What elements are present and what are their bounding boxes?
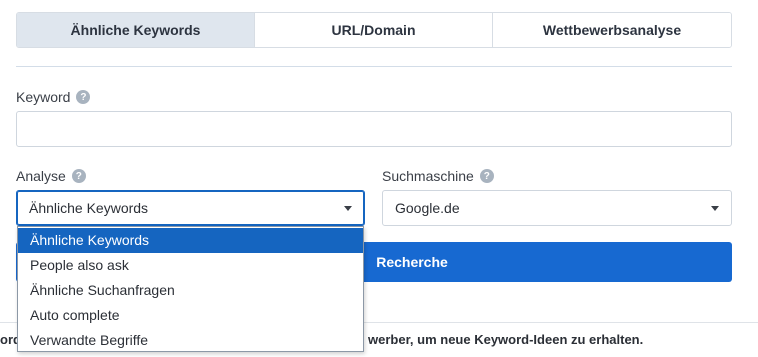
keyword-input[interactable] [17, 112, 731, 146]
dropdown-option-auto-complete[interactable]: Auto complete [18, 303, 363, 328]
dropdown-option-similar-searches[interactable]: Ähnliche Suchanfragen [18, 278, 363, 303]
dropdown-option-related-terms[interactable]: Verwandte Begriffe [18, 328, 363, 353]
research-mode-tabs: Ähnliche Keywords URL/Domain Wettbewerbs… [16, 12, 732, 48]
keyword-label: Keyword [16, 89, 71, 105]
help-icon[interactable]: ? [71, 169, 86, 183]
divider [16, 66, 732, 67]
suchmaschine-select[interactable]: Google.de [382, 190, 732, 226]
suchmaschine-select-value: Google.de [395, 200, 460, 216]
dropdown-option-similar-keywords[interactable]: Ähnliche Keywords [18, 228, 363, 253]
hint-text-end: werber, um neue Keyword-Ideen zu erhalte… [368, 332, 644, 347]
analyse-select[interactable]: Ähnliche Keywords [16, 190, 365, 226]
dropdown-option-people-also-ask[interactable]: People also ask [18, 253, 363, 278]
analyse-label: Analyse [16, 168, 66, 184]
analyse-dropdown-list: Ähnliche Keywords People also ask Ähnlic… [17, 226, 364, 352]
suchmaschine-label: Suchmaschine [382, 168, 474, 184]
keyword-research-form: Ähnliche Keywords URL/Domain Wettbewerbs… [0, 0, 758, 357]
chevron-down-icon [711, 205, 719, 211]
chevron-down-icon [344, 205, 352, 211]
search-button-label: Recherche [376, 254, 448, 270]
keyword-input-wrapper [16, 111, 732, 147]
tab-competitor-analysis[interactable]: Wettbewerbsanalyse [493, 13, 731, 47]
keyword-label-row: Keyword ? [16, 89, 91, 105]
suchmaschine-label-row: Suchmaschine ? [382, 168, 494, 184]
analyse-label-row: Analyse ? [16, 168, 86, 184]
tab-similar-keywords[interactable]: Ähnliche Keywords [17, 13, 255, 47]
help-icon[interactable]: ? [479, 169, 494, 183]
analyse-select-value: Ähnliche Keywords [29, 200, 149, 216]
tab-url-domain[interactable]: URL/Domain [255, 13, 493, 47]
help-icon[interactable]: ? [76, 90, 91, 104]
